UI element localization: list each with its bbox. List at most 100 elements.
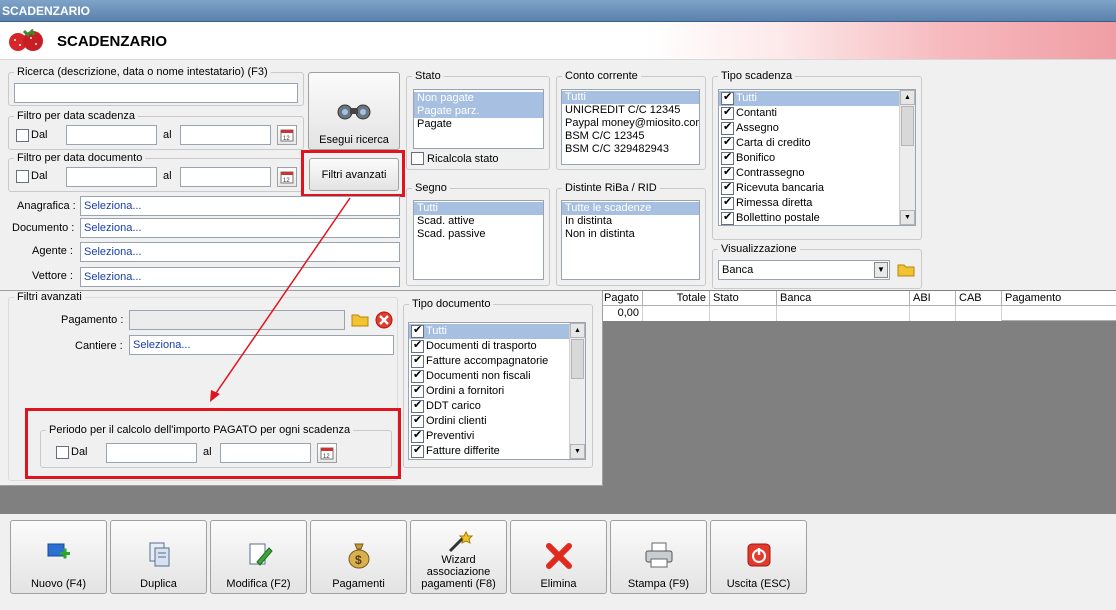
site-label: Cantiere : bbox=[75, 340, 123, 352]
strawberry-logo-icon bbox=[6, 29, 46, 53]
doc-date-enable-checkbox[interactable] bbox=[16, 170, 29, 183]
payments-button[interactable]: $ Pagamenti bbox=[310, 520, 407, 594]
delete-button-label: Elimina bbox=[540, 578, 577, 590]
exit-button-label: Uscita (ESC) bbox=[726, 578, 791, 590]
list-item[interactable]: BSM C/C 329482943 bbox=[562, 143, 699, 156]
doc-type-list[interactable]: Tutti Documenti di trasporto Fatture acc… bbox=[408, 322, 586, 460]
due-date-enable-checkbox[interactable] bbox=[16, 129, 29, 142]
column-header[interactable]: CAB bbox=[956, 291, 1002, 306]
list-item[interactable]: Tutti bbox=[719, 90, 915, 106]
folder-icon[interactable] bbox=[896, 259, 916, 279]
due-type-scrollbar[interactable]: ▲ ▼ bbox=[899, 90, 915, 225]
wizard-icon bbox=[444, 531, 474, 553]
svg-text:$: $ bbox=[355, 553, 362, 567]
table-row[interactable]: 0,00 bbox=[601, 306, 1116, 321]
list-item[interactable]: Ordini clienti bbox=[409, 413, 585, 429]
list-item[interactable]: Bollettino postale bbox=[719, 210, 915, 225]
agente-select[interactable]: Seleziona... bbox=[80, 242, 400, 262]
delete-button[interactable]: Elimina bbox=[510, 520, 607, 594]
sign-legend: Segno bbox=[415, 182, 447, 194]
calendar-icon[interactable]: 12 bbox=[277, 167, 297, 187]
due-date-to-input[interactable] bbox=[180, 125, 271, 145]
payments-button-label: Pagamenti bbox=[332, 578, 385, 590]
list-item[interactable]: Fatture accompagnatorie bbox=[409, 353, 585, 369]
clear-icon[interactable] bbox=[374, 310, 394, 330]
view-select[interactable]: Banca ▼ bbox=[718, 260, 890, 280]
list-item[interactable]: Preventivi bbox=[409, 428, 585, 444]
list-item[interactable]: Tutti bbox=[414, 202, 543, 215]
advanced-filters-legend: Filtri avanzati bbox=[17, 291, 82, 303]
list-item[interactable]: Tutti bbox=[409, 323, 585, 339]
list-item[interactable]: Scad. passive bbox=[414, 228, 543, 241]
list-item[interactable]: Paypal money@miosito.com bbox=[562, 117, 699, 130]
new-button[interactable]: Nuovo (F4) bbox=[10, 520, 107, 594]
edit-icon bbox=[245, 540, 273, 570]
list-item[interactable]: Tutte le scadenze bbox=[562, 202, 699, 215]
list-item[interactable]: UNICREDIT C/C 12345 bbox=[562, 104, 699, 117]
duplicate-button-label: Duplica bbox=[140, 578, 177, 590]
status-list[interactable]: Non pagate Pagate parz. Pagate bbox=[413, 89, 544, 149]
field-label-documento: Documento : bbox=[12, 222, 75, 234]
grid-header: Pagato Totale Stato Banca ABI CAB Pagame… bbox=[601, 291, 1116, 306]
wizard-button[interactable]: Wizard associazione pagamenti (F8) bbox=[410, 520, 507, 594]
column-header[interactable]: ABI bbox=[910, 291, 956, 306]
anagrafica-select[interactable]: Seleziona... bbox=[80, 196, 400, 216]
column-header[interactable]: Stato bbox=[710, 291, 777, 306]
list-item[interactable]: Contanti bbox=[719, 105, 915, 121]
list-item[interactable]: Documenti di trasporto bbox=[409, 338, 585, 354]
riba-list[interactable]: Tutte le scadenze In distinta Non in dis… bbox=[561, 200, 700, 280]
print-button[interactable]: Stampa (F9) bbox=[610, 520, 707, 594]
due-type-legend: Tipo scadenza bbox=[721, 70, 793, 82]
list-item[interactable]: Carta di credito bbox=[719, 135, 915, 151]
doc-date-from-input[interactable] bbox=[66, 167, 157, 187]
payment-label: Pagamento : bbox=[61, 314, 124, 326]
column-header[interactable]: Pagato bbox=[601, 291, 643, 306]
payment-input[interactable] bbox=[129, 310, 345, 330]
doc-date-from-label: Dal bbox=[31, 170, 48, 182]
doc-type-scrollbar[interactable]: ▲ ▼ bbox=[569, 323, 585, 459]
list-item[interactable]: DDT carico bbox=[409, 398, 585, 414]
list-item[interactable]: Fatture differite bbox=[409, 443, 585, 459]
vettore-select[interactable]: Seleziona... bbox=[80, 267, 400, 287]
due-date-from-label: Dal bbox=[31, 129, 48, 141]
recalc-status-checkbox[interactable] bbox=[411, 152, 424, 165]
list-item[interactable]: Tutti bbox=[562, 91, 699, 104]
sign-list[interactable]: Tutti Scad. attive Scad. passive bbox=[413, 200, 544, 280]
duplicate-button[interactable]: Duplica bbox=[110, 520, 207, 594]
run-search-label: Esegui ricerca bbox=[319, 134, 389, 146]
bank-account-legend: Conto corrente bbox=[565, 70, 638, 82]
column-header[interactable]: Totale bbox=[643, 291, 710, 306]
view-legend: Visualizzazione bbox=[721, 243, 797, 255]
list-item[interactable]: Scad. attive bbox=[414, 215, 543, 228]
list-item[interactable]: BSM C/C 12345 bbox=[562, 130, 699, 143]
list-item[interactable]: Ordini a fornitori bbox=[409, 383, 585, 399]
list-item[interactable]: Bonifico bbox=[719, 150, 915, 166]
folder-icon[interactable] bbox=[350, 309, 370, 329]
column-header[interactable]: Banca bbox=[777, 291, 910, 306]
list-item[interactable]: In distinta bbox=[562, 215, 699, 228]
list-item[interactable]: Documenti non fiscali bbox=[409, 368, 585, 384]
list-item[interactable]: Rimessa diretta bbox=[719, 195, 915, 211]
due-date-from-input[interactable] bbox=[66, 125, 157, 145]
column-header[interactable]: Pagamento bbox=[1002, 291, 1116, 306]
edit-button[interactable]: Modifica (F2) bbox=[210, 520, 307, 594]
site-select[interactable]: Seleziona... bbox=[129, 335, 394, 355]
list-item[interactable]: Ricevuta bancaria bbox=[719, 180, 915, 196]
list-item[interactable]: Assegno bbox=[719, 120, 915, 136]
chevron-down-icon[interactable]: ▼ bbox=[874, 262, 888, 278]
list-item[interactable]: Pagate bbox=[414, 118, 543, 131]
calendar-icon[interactable]: 12 bbox=[277, 125, 297, 145]
view-select-value: Banca bbox=[722, 264, 754, 276]
bank-account-list[interactable]: Tutti UNICREDIT C/C 12345 Paypal money@m… bbox=[561, 89, 700, 165]
list-item[interactable]: Non pagate bbox=[414, 92, 543, 105]
documento-select[interactable]: Seleziona... bbox=[80, 218, 400, 238]
exit-button[interactable]: Uscita (ESC) bbox=[710, 520, 807, 594]
status-legend: Stato bbox=[415, 70, 441, 82]
list-item[interactable]: Pagate parz. bbox=[414, 105, 543, 118]
search-input[interactable] bbox=[14, 83, 298, 103]
list-item[interactable]: Non in distinta bbox=[562, 228, 699, 241]
list-item[interactable]: Contrassegno bbox=[719, 165, 915, 181]
run-search-button[interactable]: Esegui ricerca bbox=[308, 72, 400, 150]
doc-date-to-input[interactable] bbox=[180, 167, 271, 187]
due-type-list[interactable]: Tutti Contanti Assegno Carta di credito … bbox=[718, 89, 916, 226]
